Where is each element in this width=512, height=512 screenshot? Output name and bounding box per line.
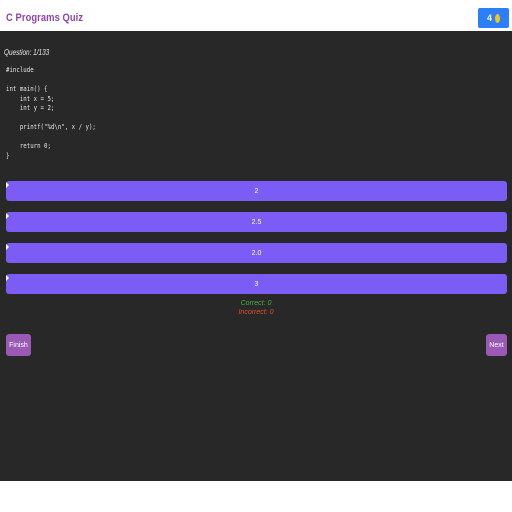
code-snippet: #include int main() { int x = 5; int y =… (6, 66, 96, 160)
answer-option-label: 2 (254, 187, 259, 195)
cursor-marker-icon (6, 182, 9, 188)
cursor-marker-icon (6, 244, 9, 250)
top-bar: C Programs Quiz 4 (0, 0, 512, 32)
answer-option[interactable]: 2 (6, 181, 507, 201)
answer-option[interactable]: 2.5 (6, 212, 507, 232)
answer-option-label: 3 (254, 280, 259, 288)
answer-option-label: 2.0 (251, 249, 262, 257)
quiz-panel: Question: 1/133 #include int main() { in… (0, 31, 512, 481)
coin-count: 4 (486, 13, 492, 23)
cursor-marker-icon (6, 275, 9, 281)
finish-button[interactable]: Finish (6, 334, 31, 356)
quiz-app: C Programs Quiz 4 Question: 1/133 #inclu… (0, 0, 512, 481)
correct-count: Correct: 0 (240, 300, 272, 307)
answer-option-label: 2.5 (251, 218, 262, 226)
next-button[interactable]: Next (486, 334, 507, 356)
answer-option[interactable]: 3 (6, 274, 507, 294)
question-counter: Question: 1/133 (4, 48, 50, 57)
incorrect-count: Incorrect: 0 (238, 309, 274, 316)
coin-balance-button[interactable]: 4 (478, 8, 509, 28)
cursor-marker-icon (6, 213, 9, 219)
answer-option[interactable]: 2.0 (6, 243, 507, 263)
app-title: C Programs Quiz (6, 12, 84, 24)
coin-icon (495, 13, 500, 23)
